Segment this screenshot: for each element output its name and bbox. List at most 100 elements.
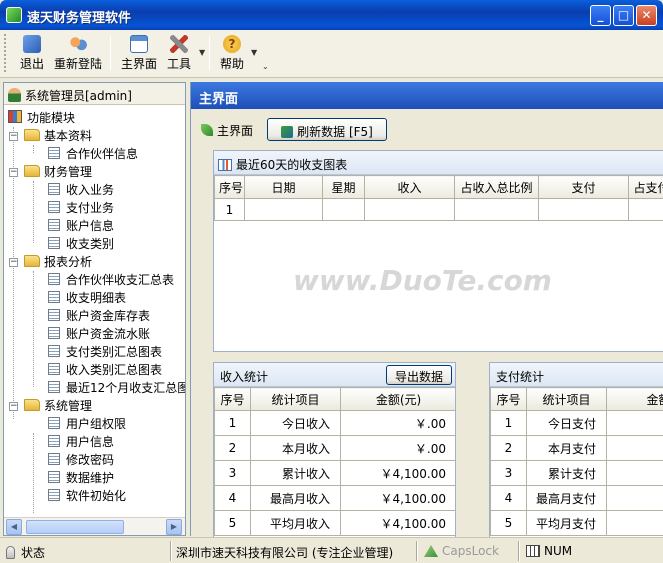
relogin-button[interactable]: 重新登陆 <box>52 33 104 75</box>
help-button[interactable]: ? 帮助 <box>216 33 248 75</box>
minimize-button[interactable]: _ <box>590 5 611 26</box>
tree-group-reports[interactable]: 报表分析 <box>24 253 92 271</box>
keyboard-icon <box>526 545 540 557</box>
table-row[interactable]: 2 本月收入 ￥.00 <box>214 435 455 461</box>
column-header[interactable]: 星期 <box>322 175 365 199</box>
expense-statistics-table[interactable]: 序号 统计项目 金额 1今日支付 2本月支付 3累计支付 4最高月支付 5平均月… <box>490 387 663 536</box>
tree-item-account-balance[interactable]: 账户资金库存表 <box>48 307 150 325</box>
tree-item-partner-summary[interactable]: 合作伙伴收支汇总表 <box>48 271 174 289</box>
table-cell <box>606 435 663 461</box>
title-bar[interactable]: 速天财务管理软件 _ □ ✕ <box>0 0 663 30</box>
recent-60-days-table[interactable]: 序号 日期 星期 收入 占收入总比例 支付 占支付 1 <box>214 175 663 221</box>
collapse-toggle-icon[interactable]: − <box>9 258 18 267</box>
column-header[interactable]: 占支付 <box>628 175 663 199</box>
main-window-button[interactable]: 主界面 <box>118 33 160 75</box>
status-separator <box>170 541 172 561</box>
tools-button[interactable]: 工具 <box>164 33 194 75</box>
collapse-toggle-icon[interactable]: − <box>9 132 18 141</box>
tree-item-payment-category-chart[interactable]: 支付类别汇总图表 <box>48 343 162 361</box>
tree-item-change-password[interactable]: 修改密码 <box>48 451 114 469</box>
report-icon <box>48 381 60 393</box>
table-cell: 平均月收入 <box>250 510 341 536</box>
help-dropdown-arrow-icon[interactable]: ▼ <box>251 48 257 57</box>
table-cell <box>606 410 663 436</box>
collapse-toggle-icon[interactable]: − <box>9 402 18 411</box>
tree-root[interactable]: 功能模块 <box>8 109 75 127</box>
column-header[interactable]: 日期 <box>244 175 323 199</box>
table-cell: 本月支付 <box>526 435 607 461</box>
table-row[interactable]: 2 本月支付 <box>490 435 663 461</box>
table-row[interactable]: 1 今日收入 ￥.00 <box>214 410 455 436</box>
column-header[interactable]: 序号 <box>490 387 527 411</box>
table-row[interactable]: 5 平均月支付 <box>490 510 663 536</box>
tree-group-basic-data[interactable]: 基本资料 <box>24 127 92 145</box>
export-data-button[interactable]: 导出数据 <box>386 365 452 385</box>
report-icon <box>48 327 60 339</box>
report-icon <box>48 273 60 285</box>
table-cell: 3 <box>214 460 251 486</box>
recent-60-days-panel: 最近60天的收支图表 序号 日期 星期 收入 占收入总比例 支付 占支付 1 <box>213 150 663 352</box>
toolbar-separator <box>209 36 210 70</box>
scroll-right-icon[interactable]: ▶ <box>166 519 182 535</box>
table-cell: 最高月收入 <box>250 485 341 511</box>
tree-group-finance[interactable]: 财务管理 <box>24 163 92 181</box>
exit-button[interactable]: 退出 <box>16 33 48 75</box>
tree-item-income-category-chart[interactable]: 收入类别汇总图表 <box>48 361 162 379</box>
toolbar-grip[interactable] <box>4 34 7 72</box>
tree-item-income[interactable]: 收入业务 <box>48 181 114 199</box>
column-header[interactable]: 金额 <box>606 387 663 411</box>
column-header[interactable]: 收入 <box>364 175 455 199</box>
tree-item-initialize[interactable]: 软件初始化 <box>48 487 126 505</box>
table-row[interactable]: 1 今日支付 <box>490 410 663 436</box>
refresh-data-button[interactable]: 刷新数据 [F5] <box>267 118 387 141</box>
report-icon <box>48 345 60 357</box>
close-button[interactable]: ✕ <box>636 5 657 26</box>
column-header[interactable]: 统计项目 <box>526 387 607 411</box>
table-row[interactable]: 3 累计收入 ￥4,100.00 <box>214 460 455 486</box>
user-icon <box>8 88 21 102</box>
tree-item-partner-info[interactable]: 合作伙伴信息 <box>48 145 138 163</box>
table-cell: 2 <box>490 435 527 461</box>
table-row[interactable]: 1 <box>214 198 663 221</box>
form-icon <box>48 435 60 447</box>
tree-item-data-maintenance[interactable]: 数据维护 <box>48 469 114 487</box>
scroll-thumb[interactable] <box>26 520 124 534</box>
column-header[interactable]: 支付 <box>538 175 629 199</box>
tree-item-payment[interactable]: 支付业务 <box>48 199 114 217</box>
column-header[interactable]: 金额(元) <box>340 387 455 411</box>
table-row[interactable]: 5 平均月收入 ￥4,100.00 <box>214 510 455 536</box>
table-cell: 4 <box>490 485 527 511</box>
column-header[interactable]: 序号 <box>214 387 251 411</box>
column-header[interactable]: 统计项目 <box>250 387 341 411</box>
column-header[interactable]: 占收入总比例 <box>454 175 539 199</box>
leaf-icon <box>201 124 213 136</box>
income-statistics-table[interactable]: 序号 统计项目 金额(元) 1 今日收入 ￥.00 2 本月收入 ￥.00 3 累计收入 ￥… <box>214 387 455 536</box>
table-row[interactable]: 3 累计支付 <box>490 460 663 486</box>
tree-group-system[interactable]: 系统管理 <box>24 397 92 415</box>
tree-horizontal-scrollbar[interactable]: ◀ ▶ <box>4 517 185 535</box>
expense-statistics-panel: 支付统计 序号 统计项目 金额 1今日支付 2本月支付 3累计支付 4最高月支付… <box>489 362 663 538</box>
collapse-toggle-icon[interactable]: − <box>9 168 18 177</box>
toolbar-overflow-icon[interactable]: ⌄ <box>262 62 269 71</box>
scroll-left-icon[interactable]: ◀ <box>6 519 22 535</box>
table-cell: 4 <box>214 485 251 511</box>
function-tree[interactable]: 功能模块 − 基本资料 合作伙伴信息 − 财务管理 收入业务 支付业务 账户信息… <box>4 105 185 515</box>
folder-open-icon <box>24 255 40 267</box>
tree-item-detail-report[interactable]: 收支明细表 <box>48 289 126 307</box>
tree-item-user-info[interactable]: 用户信息 <box>48 433 114 451</box>
status-bar: 状态 深圳市速天科技有限公司 (专注企业管理) CapsLock NUM <box>0 537 663 563</box>
tree-item-group-permissions[interactable]: 用户组权限 <box>48 415 126 433</box>
tree-item-account-info[interactable]: 账户信息 <box>48 217 114 235</box>
table-cell: 1 <box>490 410 527 436</box>
function-tree-panel: 系统管理员[admin] 功能模块 − 基本资料 合作伙伴信息 − 财务管理 收… <box>3 82 186 536</box>
tree-line <box>33 271 34 387</box>
maximize-button[interactable]: □ <box>613 5 634 26</box>
status-label: 状态 <box>6 544 45 561</box>
tree-item-account-ledger[interactable]: 账户资金流水账 <box>48 325 150 343</box>
tools-dropdown-arrow-icon[interactable]: ▼ <box>199 48 205 57</box>
table-row[interactable]: 4 最高月收入 ￥4,100.00 <box>214 485 455 511</box>
table-row[interactable]: 4 最高月支付 <box>490 485 663 511</box>
tree-item-12-month-chart[interactable]: 最近12个月收支汇总图 <box>48 379 185 397</box>
tree-item-category[interactable]: 收支类别 <box>48 235 114 253</box>
column-header[interactable]: 序号 <box>214 175 245 199</box>
